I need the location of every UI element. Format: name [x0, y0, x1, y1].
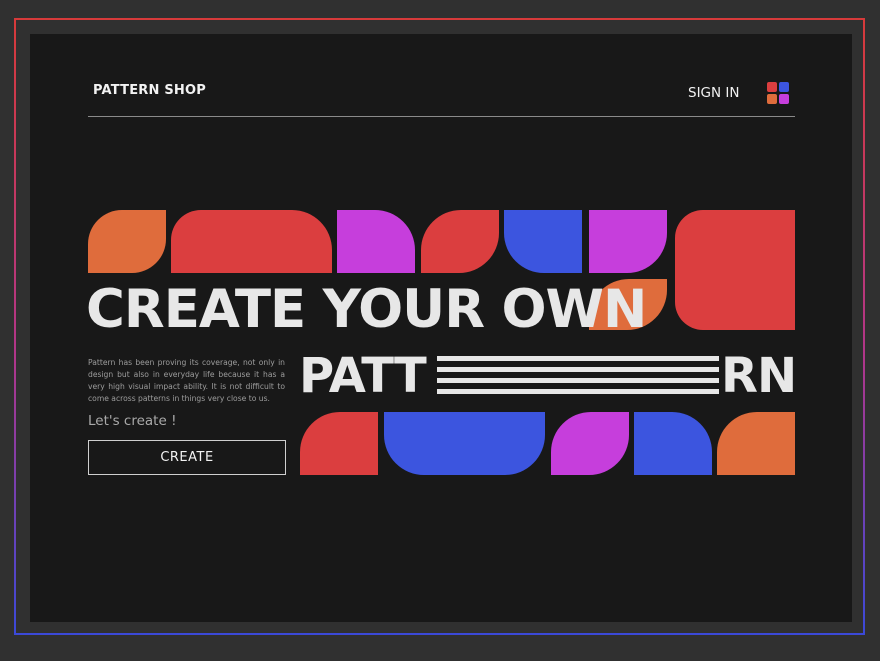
stripes-graphic	[437, 356, 719, 394]
hero-headline: CREATE YOUR OWN	[86, 279, 647, 340]
pattern-shape	[171, 210, 332, 273]
header-divider	[88, 116, 795, 117]
pattern-shape	[88, 210, 166, 273]
pattern-shape	[384, 412, 545, 475]
sign-in-link[interactable]: SIGN IN	[688, 85, 739, 101]
hero-description: Pattern has been proving its coverage, n…	[88, 358, 285, 403]
hero-headline-part-1: PATT	[299, 348, 427, 404]
pattern-shape	[675, 210, 795, 330]
brand-logo[interactable]: PATTERN SHOP	[93, 83, 206, 98]
hero-headline-part-2: RN	[721, 348, 797, 404]
grid-icon[interactable]	[767, 82, 789, 104]
cta-text: Let's create !	[88, 413, 177, 429]
create-button[interactable]: CREATE	[88, 440, 286, 475]
